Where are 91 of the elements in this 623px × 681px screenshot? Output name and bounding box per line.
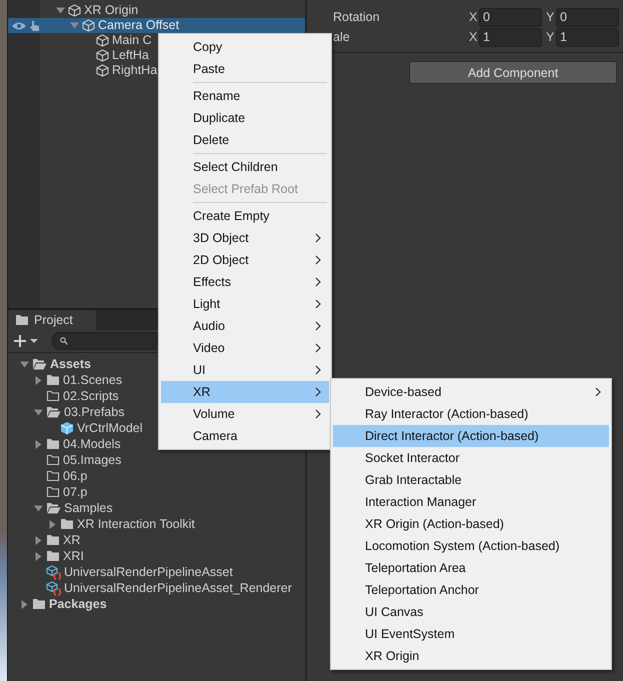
cube-icon [96,64,109,77]
cube-icon [96,49,109,62]
project-tab[interactable]: Project [8,310,96,330]
collapsed-arrow-icon[interactable] [34,440,43,448]
menu-item[interactable]: XR Origin (Action-based) [333,513,609,535]
menu-item[interactable]: Rename [161,85,329,107]
folder-icon [46,534,60,546]
menu-item[interactable]: Volume [161,403,329,425]
folder-icon [16,315,28,325]
project-item[interactable]: XR [8,532,305,548]
number-field[interactable]: 0 [478,8,542,26]
open-folder-icon [32,358,47,370]
axis-label: X [469,10,478,24]
empty-folder-icon [46,390,60,402]
hand-icon[interactable] [29,20,40,32]
project-item[interactable]: 07.p [8,484,305,500]
axis-label: Y [546,30,556,44]
menu-item[interactable]: Effects [161,271,329,293]
project-item[interactable]: Samples [8,500,305,516]
folder-icon [32,598,46,610]
menu-item[interactable]: Duplicate [161,107,329,129]
property-label: Rotation [333,10,381,24]
expanded-arrow-icon[interactable] [56,6,65,15]
menu-item[interactable]: XR Origin [333,645,609,667]
menu-item[interactable]: Interaction Manager [333,491,609,513]
cube-icon [68,4,81,17]
collapsed-arrow-icon[interactable] [34,536,43,544]
menu-item[interactable]: Light [161,293,329,315]
menu-item[interactable]: XR [161,381,329,403]
folder-icon [60,518,74,530]
menu-item[interactable]: Delete [161,129,329,151]
menu-item[interactable]: Device-based [333,381,609,403]
property-label: ale [333,30,351,44]
scriptable-asset-icon [46,580,61,596]
project-item[interactable]: UniversalRenderPipelineAsset [8,564,305,580]
menu-item[interactable]: 3D Object [161,227,329,249]
project-item[interactable]: 06.p [8,468,305,484]
menu-item[interactable]: Paste [161,58,329,80]
menu-item[interactable]: Video [161,337,329,359]
project-item[interactable]: XR Interaction Toolkit [8,516,305,532]
scriptable-asset-icon [46,564,61,580]
add-component-button[interactable]: Add Component [409,61,617,84]
expanded-arrow-icon[interactable] [34,408,43,416]
open-folder-icon [46,502,61,514]
hierarchy-item[interactable]: XR Origin [8,3,305,18]
menu-item[interactable]: Teleportation Area [333,557,609,579]
menu-item[interactable]: Locomotion System (Action-based) [333,535,609,557]
menu-item[interactable]: Grab Interactable [333,469,609,491]
axis-label: Y [546,10,556,24]
expanded-arrow-icon[interactable] [20,360,29,368]
expanded-arrow-icon[interactable] [70,21,79,30]
number-field[interactable]: 0 [556,8,619,26]
axis-label: X [469,30,478,44]
cube-icon [82,19,95,32]
menu-item[interactable]: Ray Interactor (Action-based) [333,403,609,425]
project-item[interactable]: UniversalRenderPipelineAsset_Renderer [8,580,305,596]
collapsed-arrow-icon[interactable] [48,520,57,528]
menu-item[interactable]: Camera [161,425,329,447]
menu-item[interactable]: Copy [161,36,329,58]
empty-folder-icon [46,454,60,466]
menu-item[interactable]: UI Canvas [333,601,609,623]
expanded-arrow-icon[interactable] [34,504,43,512]
menu-item[interactable]: Audio [161,315,329,337]
collapsed-arrow-icon[interactable] [20,600,29,608]
open-folder-icon [46,406,61,418]
folder-icon [46,550,60,562]
hierarchy-item[interactable]: Camera Offset [8,18,305,33]
project-item[interactable]: XRI [8,548,305,564]
project-item[interactable]: 05.Images [8,452,305,468]
search-icon [60,337,68,345]
cube-icon [96,34,109,47]
menu-item[interactable]: Select Children [161,156,329,178]
collapsed-arrow-icon[interactable] [34,376,43,384]
menu-item[interactable]: 2D Object [161,249,329,271]
menu-item[interactable]: Create Empty [161,205,329,227]
empty-folder-icon [46,470,60,482]
empty-folder-icon [46,486,60,498]
menu-item[interactable]: UI [161,359,329,381]
menu-item[interactable]: UI EventSystem [333,623,609,645]
number-field[interactable]: 1 [478,28,542,46]
folder-icon [46,374,60,386]
eye-icon[interactable] [11,21,27,31]
prefab-cube-icon [60,421,74,435]
add-dropdown-icon[interactable] [14,335,40,347]
project-item[interactable]: Packages [8,596,305,612]
menu-item[interactable]: Socket Interactor [333,447,609,469]
folder-icon [46,438,60,450]
menu-item[interactable]: Direct Interactor (Action-based) [333,425,609,447]
collapsed-arrow-icon[interactable] [34,552,43,560]
number-field[interactable]: 1 [556,28,619,46]
menu-item[interactable]: Teleportation Anchor [333,579,609,601]
